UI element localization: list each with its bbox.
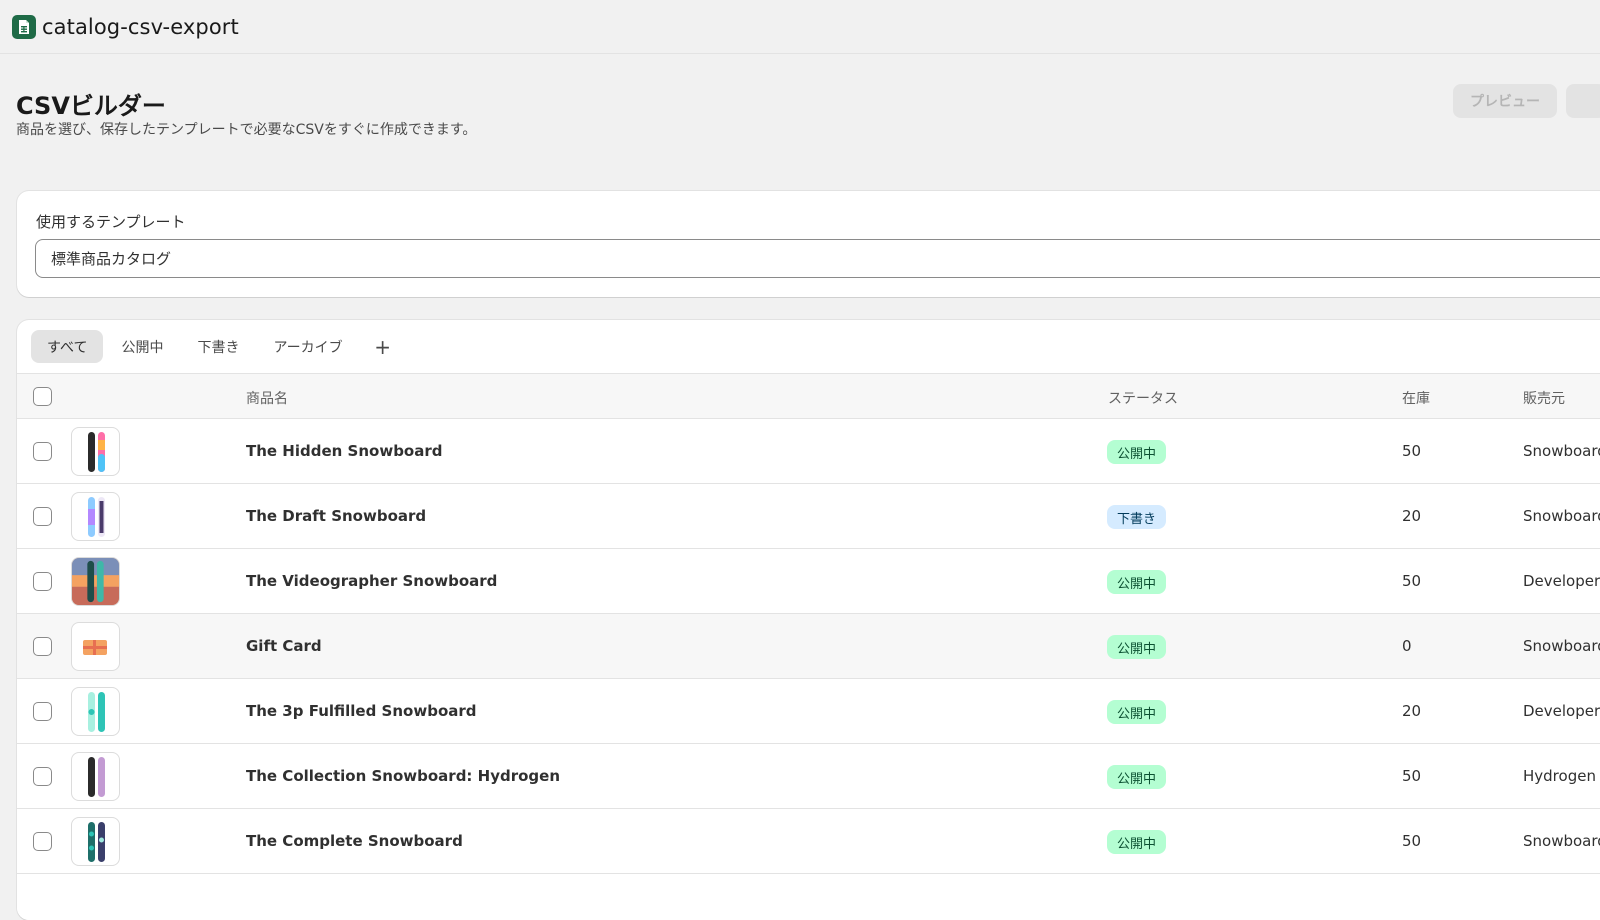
status-badge: 公開中 [1107, 440, 1167, 464]
snowboard-pink-image [71, 427, 120, 476]
template-card: 使用するテンプレート 標準商品カタログ [17, 191, 1600, 297]
status-badge: 公開中 [1107, 765, 1167, 789]
snowboard-teal-pattern-image [71, 817, 120, 866]
table-row[interactable]: The 3p Fulfilled Snowboard 公開中 20 Develo… [17, 679, 1600, 744]
status-badge: 公開中 [1107, 635, 1167, 659]
vendor-value: Snowboard Vendor [1523, 637, 1600, 655]
table-row[interactable]: The Collection Snowboard: Hydrogen 公開中 5… [17, 744, 1600, 809]
stock-value: 50 [1402, 832, 1422, 850]
product-name[interactable]: The Complete Snowboard [246, 832, 463, 850]
vendor-value: Snowboard Vendor [1523, 507, 1600, 525]
product-table-card: すべて 公開中 下書き アーカイブ + 商品名 ステータス 在庫 販売元 The… [17, 320, 1600, 920]
gift-card-image [71, 622, 120, 671]
template-select[interactable]: 標準商品カタログ [35, 239, 1600, 278]
table-row[interactable] [17, 874, 1600, 920]
row-checkbox[interactable] [33, 442, 52, 461]
table-header: 商品名 ステータス 在庫 販売元 [17, 373, 1600, 419]
column-header-status[interactable]: ステータス [1108, 388, 1178, 408]
product-name[interactable]: The Hidden Snowboard [246, 442, 443, 460]
export-button[interactable] [1566, 84, 1600, 118]
snowboard-photo-image [71, 557, 120, 606]
page-description: 商品を選び、保存したテンプレートで必要なCSVをすぐに作成できます。 [16, 122, 477, 138]
row-checkbox[interactable] [33, 832, 52, 851]
stock-value: 0 [1402, 637, 1412, 655]
stock-value: 20 [1402, 507, 1422, 525]
app-title: catalog-csv-export [42, 14, 239, 39]
stock-value: 50 [1402, 767, 1422, 785]
preview-button[interactable]: プレビュー [1453, 84, 1557, 118]
table-row[interactable]: The Hidden Snowboard 公開中 50 Snowboard Ve… [17, 419, 1600, 484]
tab-active[interactable]: 公開中 [105, 330, 179, 363]
vendor-value: Snowboard Vendor [1523, 832, 1600, 850]
row-checkbox[interactable] [33, 637, 52, 656]
vendor-value: Hydrogen Vendor [1523, 767, 1600, 785]
product-name[interactable]: The Videographer Snowboard [246, 572, 497, 590]
column-header-stock[interactable]: 在庫 [1402, 388, 1430, 408]
status-badge: 公開中 [1107, 700, 1167, 724]
table-row[interactable]: The Complete Snowboard 公開中 50 Snowboard … [17, 809, 1600, 874]
status-badge: 下書き [1107, 505, 1167, 529]
product-name[interactable]: The Draft Snowboard [246, 507, 426, 525]
stock-value: 50 [1402, 442, 1422, 460]
snowboard-purple-image [71, 492, 120, 541]
row-checkbox[interactable] [33, 767, 52, 786]
row-checkbox[interactable] [33, 507, 52, 526]
column-header-name[interactable]: 商品名 [246, 388, 288, 408]
table-row[interactable]: The Videographer Snowboard 公開中 50 Develo… [17, 549, 1600, 614]
app-topbar: catalog-csv-export [0, 0, 1600, 54]
table-row[interactable]: The Draft Snowboard 下書き 20 Snowboard Ven… [17, 484, 1600, 549]
row-checkbox[interactable] [33, 702, 52, 721]
snowboard-black-purple-image [71, 752, 120, 801]
status-badge: 公開中 [1107, 830, 1167, 854]
row-checkbox[interactable] [33, 572, 52, 591]
product-name[interactable]: The 3p Fulfilled Snowboard [246, 702, 477, 720]
product-name[interactable]: The Collection Snowboard: Hydrogen [246, 767, 560, 785]
table-row[interactable]: Gift Card 公開中 0 Snowboard Vendor [17, 614, 1600, 679]
product-name[interactable]: Gift Card [246, 637, 322, 655]
vendor-value: Developer [1523, 572, 1600, 590]
template-selected-value: 標準商品カタログ [51, 250, 172, 268]
vendor-value: Developer [1523, 702, 1600, 720]
status-badge: 公開中 [1107, 570, 1167, 594]
tab-draft[interactable]: 下書き [181, 330, 255, 363]
stock-value: 50 [1402, 572, 1422, 590]
filter-tabs: すべて 公開中 下書き アーカイブ + [31, 330, 397, 363]
snowboard-teal-image [71, 687, 120, 736]
template-label: 使用するテンプレート [36, 213, 186, 231]
stock-value: 20 [1402, 702, 1422, 720]
tab-all[interactable]: すべて [31, 330, 104, 363]
tab-archived[interactable]: アーカイブ [257, 330, 358, 363]
vendor-value: Snowboard Vendor [1523, 442, 1600, 460]
page-title: CSVビルダー [16, 92, 166, 120]
spreadsheet-icon [12, 14, 36, 39]
select-all-checkbox[interactable] [33, 387, 52, 406]
column-header-vendor[interactable]: 販売元 [1523, 388, 1565, 408]
add-tab-button[interactable]: + [369, 333, 397, 361]
